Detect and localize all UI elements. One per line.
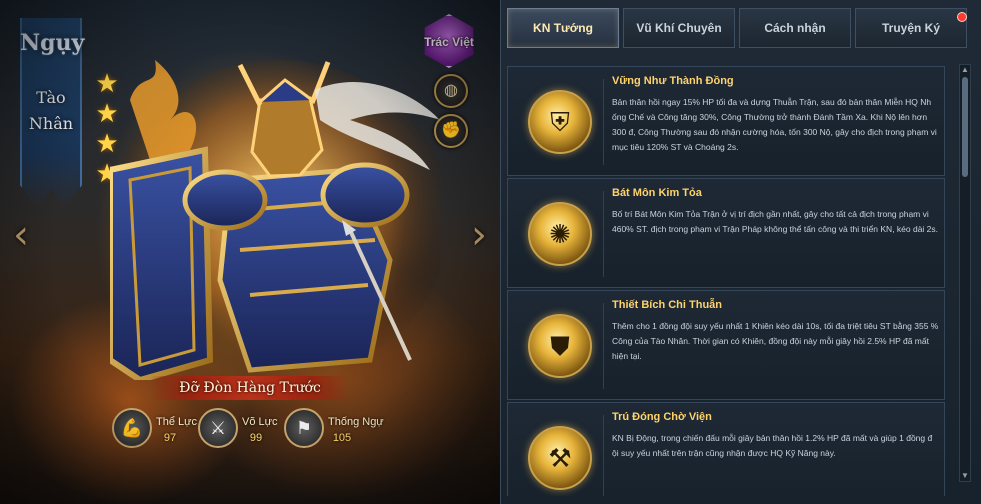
notification-dot — [957, 12, 967, 22]
hero-name-line2: Nhân — [28, 114, 74, 133]
stat-value: 97 — [163, 432, 177, 444]
skill-title: Thiết Bích Chi Thuẫn — [612, 299, 722, 311]
prev-hero-button[interactable]: ‹ — [8, 212, 34, 258]
skill-description: Thêm cho 1 đồng đội suy yếu nhất 1 Khiên… — [612, 321, 939, 361]
muscle-icon: 💪 — [112, 408, 152, 448]
shield-barrier-icon: ⛨ — [528, 90, 592, 154]
clan-badge: Trác Việt — [418, 10, 480, 72]
skill-title: Bát Môn Kim Tỏa — [612, 187, 702, 199]
skill-description: KN Bị Động, trong chiến đấu mỗi giây bản… — [612, 433, 933, 458]
skill-list-scrollbar[interactable]: ▲ ▼ — [959, 64, 971, 482]
scroll-thumb[interactable] — [962, 77, 968, 177]
faction-name: Ngụy — [20, 30, 85, 56]
scroll-up-icon[interactable]: ▲ — [960, 65, 970, 75]
golden-lock-icon: ✺ — [528, 202, 592, 266]
skill-title: Trú Đóng Chờ Viện — [612, 411, 712, 423]
crossed-swords-icon: ⚔ — [198, 408, 238, 448]
skill-list: ⛨ Vững Như Thành Đồng Bản thân hồi ngay … — [507, 66, 945, 496]
next-hero-button[interactable]: › — [466, 212, 492, 258]
stat-label: Thống Ngự — [328, 416, 384, 428]
scroll-down-icon[interactable]: ▼ — [960, 471, 970, 481]
skill-description: Bố trí Bát Môn Kim Tỏa Trận ở vị trí địc… — [612, 209, 939, 234]
stat-value: 105 — [332, 432, 352, 444]
shield-icon[interactable]: ◍ — [434, 74, 468, 108]
stat-label: Thể Lực — [156, 416, 197, 428]
fist-icon[interactable]: ✊ — [434, 114, 468, 148]
hero-name-line1: Tào — [36, 88, 66, 107]
skill-description: Bản thân hồi ngay 15% HP tối đa và dựng … — [612, 97, 937, 152]
tab-kn-tuong[interactable]: KN Tướng — [507, 8, 619, 48]
skill-card[interactable]: ⛨ Vững Như Thành Đồng Bản thân hồi ngay … — [507, 66, 945, 176]
role-label: Đỡ Đòn Hàng Trước — [179, 380, 321, 396]
banner-icon: ⚑ — [284, 408, 324, 448]
detail-panel: KN Tướng Vũ Khí Chuyên Cách nhận Truyện … — [500, 0, 981, 504]
skill-icon-frame: ⛨ — [516, 79, 604, 165]
golden-shield-icon: ⛊ — [528, 314, 592, 378]
skill-card[interactable]: ⛊ Thiết Bích Chi Thuẫn Thêm cho 1 đồng đ… — [507, 290, 945, 400]
role-ribbon: Đỡ Đòn Hàng Trước — [150, 376, 350, 400]
hero-portrait — [110, 60, 440, 380]
tab-vu-khi-chuyen[interactable]: Vũ Khí Chuyên — [623, 8, 735, 48]
hero-panel: Ngụy Tào Nhân ★ ★ ★ ★ ‹ › Trác Việt ◍ ✊ … — [0, 0, 500, 504]
skill-card[interactable]: ⚒ Trú Đóng Chờ Viện KN Bị Động, trong ch… — [507, 402, 945, 496]
skill-icon-frame: ✺ — [516, 191, 604, 277]
skill-title: Vững Như Thành Đồng — [612, 75, 734, 87]
stat-label: Võ Lực — [242, 416, 278, 428]
stat-value: 99 — [249, 432, 263, 444]
hammer-warrior-icon: ⚒ — [528, 426, 592, 490]
skill-card[interactable]: ✺ Bát Môn Kim Tỏa Bố trí Bát Môn Kim Tỏa… — [507, 178, 945, 288]
skill-icon-frame: ⚒ — [516, 415, 604, 496]
clan-badge-label: Trác Việt — [424, 35, 474, 49]
tab-cach-nhan[interactable]: Cách nhận — [739, 8, 851, 48]
tab-truyen-ky[interactable]: Truyện Ký — [855, 8, 967, 48]
skill-icon-frame: ⛊ — [516, 303, 604, 389]
tab-bar: KN Tướng Vũ Khí Chuyên Cách nhận Truyện … — [507, 8, 973, 50]
